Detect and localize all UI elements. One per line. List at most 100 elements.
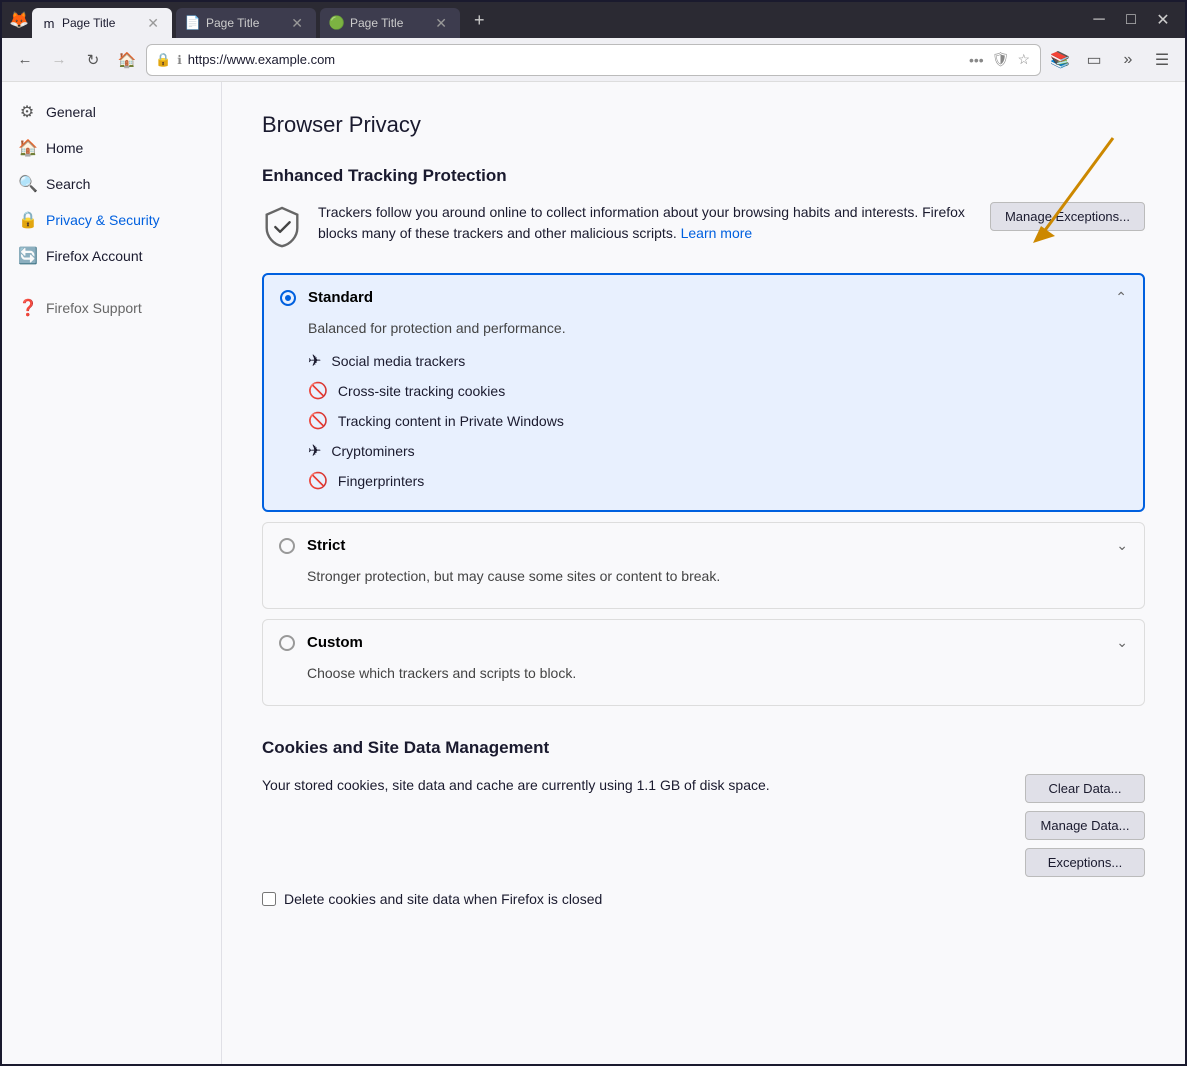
content-area: Browser Privacy Enhanced Tracking Protec… (222, 82, 1185, 1064)
url-overflow-button[interactable]: ••• (967, 50, 986, 70)
protection-title-custom: Custom (307, 634, 1104, 651)
sidebar-item-home[interactable]: 🏠 Home (2, 130, 221, 166)
lock-sidebar-icon: 🔒 (18, 210, 36, 230)
sidebar-item-support[interactable]: ❓ Firefox Support (2, 290, 221, 326)
exceptions-button[interactable]: Exceptions... (1025, 848, 1145, 877)
maximize-button[interactable]: □ (1117, 8, 1145, 32)
clear-data-button[interactable]: Clear Data... (1025, 774, 1145, 803)
etp-row: Trackers follow you around online to col… (262, 202, 1145, 253)
cookies-section-title: Cookies and Site Data Management (262, 738, 1145, 758)
protection-desc-strict: Stronger protection, but may cause some … (307, 568, 1128, 584)
gear-icon: ⚙ (18, 102, 36, 122)
radio-strict[interactable] (279, 538, 295, 554)
info-icon: ℹ (177, 53, 182, 67)
chevron-up-icon: ⌃ (1115, 289, 1127, 306)
title-bar: 🦊 m Page Title ✕ 📄 Page Title ✕ 🟢 Page T… (2, 2, 1185, 38)
sidebar-item-search[interactable]: 🔍 Search (2, 166, 221, 202)
tab-3-close[interactable]: ✕ (432, 15, 450, 31)
tab-2[interactable]: 📄 Page Title ✕ (176, 8, 316, 38)
list-item-fingerprinters: 🚫 Fingerprinters (308, 466, 1127, 496)
tab-2-close[interactable]: ✕ (288, 15, 306, 31)
browser-window: 🦊 m Page Title ✕ 📄 Page Title ✕ 🟢 Page T… (0, 0, 1187, 1066)
shield-button[interactable]: 🛡 (990, 49, 1012, 70)
split-view-button[interactable]: ▭ (1079, 45, 1109, 75)
sidebar-label-privacy: Privacy & Security (46, 212, 160, 228)
delete-cookies-row: Delete cookies and site data when Firefo… (262, 891, 1145, 907)
search-icon: 🔍 (18, 174, 36, 194)
home-button[interactable]: 🏠 (112, 45, 142, 75)
tab-3-favicon: 🟢 (330, 16, 344, 30)
collections-button[interactable]: 📚 (1045, 45, 1075, 75)
protection-option-standard: Standard ⌃ Balanced for protection and p… (262, 273, 1145, 512)
fingerprint-icon: 🚫 (308, 471, 328, 491)
delete-cookies-checkbox[interactable] (262, 892, 276, 906)
private-window-icon: 🚫 (308, 411, 328, 431)
radio-standard[interactable] (280, 290, 296, 306)
list-item-cryptominers: ✈ Cryptominers (308, 436, 1127, 466)
sync-icon: 🔄 (18, 246, 36, 266)
url-input[interactable] (188, 52, 961, 67)
protection-body-custom: Choose which trackers and scripts to blo… (263, 665, 1144, 705)
delete-cookies-label: Delete cookies and site data when Firefo… (284, 891, 602, 907)
page-title: Browser Privacy (262, 112, 1145, 138)
reload-button[interactable]: ↻ (78, 45, 108, 75)
protection-title-standard: Standard (308, 289, 1103, 306)
firefox-icon: 🦊 (10, 11, 28, 29)
private-windows-label: Tracking content in Private Windows (338, 413, 564, 429)
social-tracker-icon: ✈ (308, 351, 321, 371)
sidebar: ⚙ General 🏠 Home 🔍 Search 🔒 Privacy & Se… (2, 82, 222, 1064)
etp-section-title: Enhanced Tracking Protection (262, 166, 1145, 186)
etp-description: Trackers follow you around online to col… (318, 202, 974, 244)
bookmark-button[interactable]: ☆ (1015, 49, 1032, 70)
cross-site-icon: 🚫 (308, 381, 328, 401)
sidebar-item-general[interactable]: ⚙ General (2, 94, 221, 130)
protection-header-standard[interactable]: Standard ⌃ (264, 275, 1143, 320)
protection-header-custom[interactable]: Custom ⌄ (263, 620, 1144, 665)
tab-3-title: Page Title (350, 16, 426, 30)
cryptominer-icon: ✈ (308, 441, 321, 461)
tab-1-favicon: m (42, 16, 56, 30)
sidebar-label-support: Firefox Support (46, 300, 142, 316)
fingerprinters-label: Fingerprinters (338, 473, 424, 489)
more-tools-button[interactable]: » (1113, 45, 1143, 75)
protection-body-strict: Stronger protection, but may cause some … (263, 568, 1144, 608)
back-button[interactable]: ← (10, 45, 40, 75)
cross-site-label: Cross-site tracking cookies (338, 383, 505, 399)
sidebar-label-account: Firefox Account (46, 248, 143, 264)
nav-bar: ← → ↻ 🏠 🔒 ℹ ••• 🛡 ☆ 📚 ▭ » ☰ (2, 38, 1185, 82)
social-tracker-label: Social media trackers (331, 353, 465, 369)
tab-3[interactable]: 🟢 Page Title ✕ (320, 8, 460, 38)
browser-content-wrapper: ⚙ General 🏠 Home 🔍 Search 🔒 Privacy & Se… (2, 82, 1185, 1064)
minimize-button[interactable]: ─ (1085, 8, 1113, 32)
forward-button[interactable]: → (44, 45, 74, 75)
tab-1-close[interactable]: ✕ (144, 15, 162, 31)
sidebar-label-general: General (46, 104, 96, 120)
url-bar-container: 🔒 ℹ ••• 🛡 ☆ (146, 44, 1041, 76)
cookies-section: Cookies and Site Data Management Your st… (262, 738, 1145, 907)
manage-exceptions-button[interactable]: Manage Exceptions... (990, 202, 1145, 231)
sidebar-item-account[interactable]: 🔄 Firefox Account (2, 238, 221, 274)
tab-2-favicon: 📄 (186, 16, 200, 30)
protection-body-standard: Balanced for protection and performance.… (264, 320, 1143, 510)
radio-custom[interactable] (279, 635, 295, 651)
protection-header-strict[interactable]: Strict ⌄ (263, 523, 1144, 568)
list-item-private-windows: 🚫 Tracking content in Private Windows (308, 406, 1127, 436)
learn-more-link[interactable]: Learn more (681, 225, 753, 241)
manage-data-button[interactable]: Manage Data... (1025, 811, 1145, 840)
protection-title-strict: Strict (307, 537, 1104, 554)
menu-button[interactable]: ☰ (1147, 45, 1177, 75)
close-button[interactable]: ✕ (1149, 8, 1177, 32)
protection-option-custom: Custom ⌄ Choose which trackers and scrip… (262, 619, 1145, 706)
tab-2-title: Page Title (206, 16, 282, 30)
protection-option-strict: Strict ⌄ Stronger protection, but may ca… (262, 522, 1145, 609)
toolbar-actions: 📚 ▭ » ☰ (1045, 45, 1177, 75)
sidebar-label-search: Search (46, 176, 90, 192)
new-tab-button[interactable]: + (468, 10, 491, 31)
protection-desc-custom: Choose which trackers and scripts to blo… (307, 665, 1128, 681)
sidebar-label-home: Home (46, 140, 83, 156)
etp-description-text: Trackers follow you around online to col… (318, 204, 965, 241)
tab-1[interactable]: m Page Title ✕ (32, 8, 172, 38)
cookies-buttons: Clear Data... Manage Data... Exceptions.… (1025, 774, 1145, 877)
sidebar-item-privacy[interactable]: 🔒 Privacy & Security (2, 202, 221, 238)
url-actions: ••• 🛡 ☆ (967, 49, 1032, 70)
